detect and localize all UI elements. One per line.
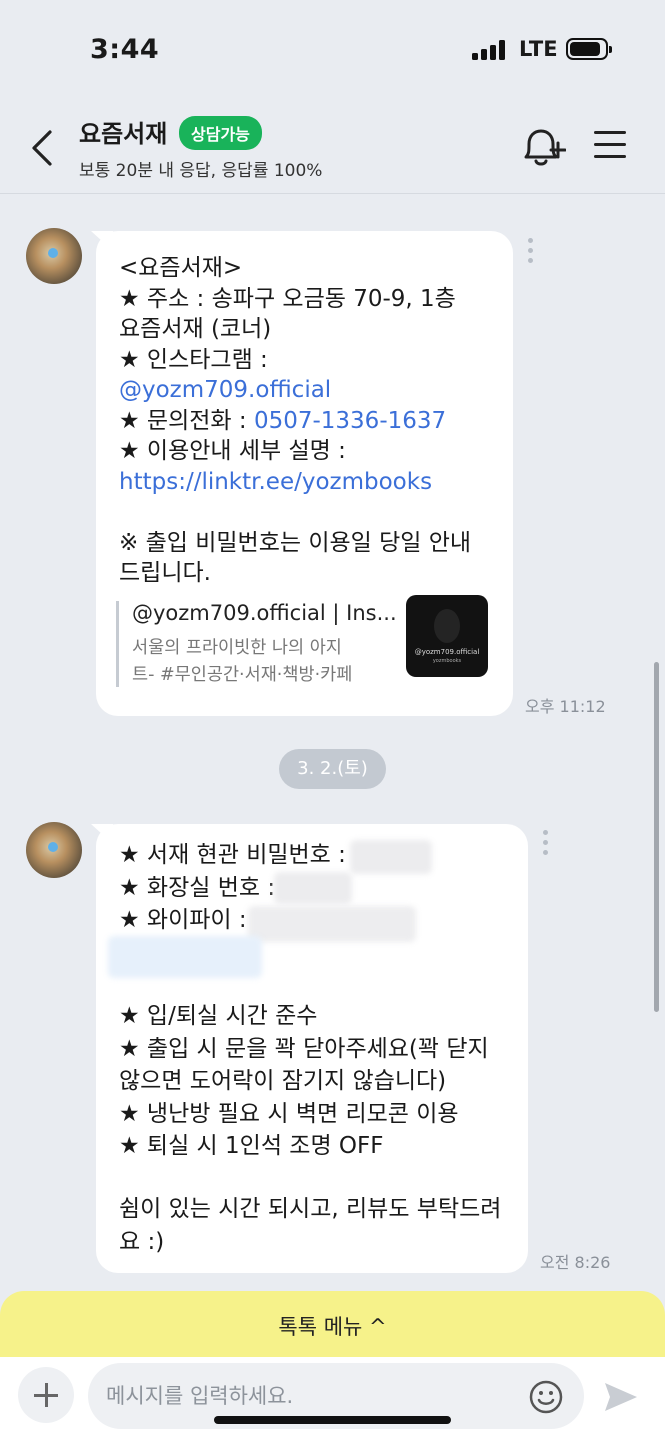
preview-desc-line: 트- #무인공간·서재·책방·카페: [132, 665, 353, 685]
notification-button[interactable]: [520, 127, 567, 169]
plus-icon[interactable]: [18, 1367, 74, 1423]
avatar[interactable]: [26, 822, 82, 878]
message-line: 드립니다.: [119, 560, 211, 586]
send-icon: [605, 1383, 637, 1411]
chat-title: 요즘서재: [79, 120, 168, 148]
preview-desc-line: 서울의 프라이빗한 나의 아지: [132, 638, 342, 658]
emoji-icon: [529, 1380, 563, 1414]
message-line: ★ 화장실 번호 :: [119, 874, 276, 901]
kebab-icon: [543, 830, 548, 835]
status-time: 3:44: [90, 34, 160, 65]
preview-bar: [116, 601, 119, 687]
battery-icon: [566, 38, 612, 60]
redacted-password: [350, 840, 432, 874]
message-bubble: ★ 서재 현관 비밀번호 : ★ 화장실 번호 : ★ 와이파이 : ★ 입/퇴…: [96, 824, 528, 1273]
home-indicator: [214, 1416, 451, 1424]
message-line: ★ 와이파이 :: [119, 907, 247, 933]
message-options-button[interactable]: [526, 238, 534, 268]
talk-menu-label: 톡톡 메뉴 ^: [278, 1315, 387, 1339]
kebab-icon: [528, 238, 533, 243]
message-time: 오전 8:26: [540, 1253, 611, 1272]
send-button[interactable]: [603, 1381, 639, 1413]
redacted-number: [274, 872, 352, 904]
date-divider: 3. 2.(토): [279, 749, 386, 789]
input-bar: [0, 1357, 665, 1440]
status-bar: 3:44 LTE: [0, 0, 665, 96]
message-line: ★ 퇴실 시 1인석 조명 OFF: [119, 1133, 384, 1159]
message-line: ★ 출입 시 문을 꽉 닫아주세요(꽉 닫지: [119, 1035, 489, 1062]
preview-title: @yozm709.official | Ins...: [132, 601, 397, 625]
back-button[interactable]: [26, 128, 60, 168]
thumb-sub: yozmbooks: [432, 658, 462, 664]
redacted-wifi: [248, 906, 416, 942]
chat-header: 요즘서재 상담가능 보통 20분 내 응답, 응답률 100%: [0, 96, 665, 194]
signal-icon: [472, 40, 508, 60]
message-line: 않으면 도어락이 잠기지 않습니다): [119, 1068, 447, 1094]
message-time: 오후 11:12: [525, 697, 606, 716]
logo-mark: [434, 609, 460, 643]
phone-link[interactable]: 0507-1336-1637: [254, 408, 446, 434]
network-type: LTE: [519, 37, 558, 61]
message-line: 요 :): [119, 1228, 165, 1255]
bell-plus-icon: [524, 129, 567, 166]
message-line: ★ 서재 현관 비밀번호 :: [119, 842, 346, 868]
preview-description: 서울의 프라이빗한 나의 아지 트- #무인공간·서재·책방·카페: [132, 635, 352, 689]
message-line: ★ 냉난방 필요 시 벽면 리모콘 이용: [119, 1100, 459, 1127]
menu-button[interactable]: [594, 131, 628, 161]
back-icon: [32, 130, 52, 166]
instagram-link[interactable]: @yozm709.official: [119, 375, 331, 406]
message-line: ★ 주소 : 송파구 오금동 70-9, 1층: [119, 285, 456, 312]
scrollbar[interactable]: [654, 662, 659, 1012]
message-line: <요즘서재>: [119, 255, 243, 281]
phone-label: ★ 문의전화 :: [119, 407, 254, 434]
message-line: 요즘서재 (코너): [119, 316, 272, 342]
message-line: 쉼이 있는 시간 되시고, 리뷰도 부탁드려: [119, 1196, 502, 1222]
avatar[interactable]: [26, 228, 82, 284]
message-line: ※ 출입 비밀번호는 이용일 당일 안내: [119, 529, 472, 556]
message-line: ★ 문의전화 : 0507-1336-1637: [119, 406, 446, 437]
preview-thumbnail: @yozm709.official yozmbooks: [406, 595, 488, 677]
message-line: ★ 이용안내 세부 설명 :: [119, 438, 346, 464]
redacted-wifi-password: [108, 936, 262, 978]
status-badge: 상담가능: [179, 116, 262, 150]
message-line: ★ 입/퇴실 시간 준수: [119, 1003, 318, 1029]
message-line: ★ 인스타그램 :: [119, 346, 268, 373]
emoji-button[interactable]: [529, 1380, 563, 1414]
thumb-handle: @yozm709.official: [414, 648, 480, 656]
linktree-link[interactable]: https://linktr.ee/yozmbooks: [119, 467, 432, 498]
response-info: 보통 20분 내 응답, 응답률 100%: [79, 161, 323, 181]
link-preview[interactable]: @yozm709.official | Ins... 서울의 프라이빗한 나의 …: [116, 595, 488, 689]
talk-menu-button[interactable]: 톡톡 메뉴 ^: [0, 1291, 665, 1357]
message-bubble: <요즘서재> ★ 주소 : 송파구 오금동 70-9, 1층 요즘서재 (코너)…: [96, 231, 513, 716]
hamburger-icon: [594, 131, 626, 134]
message-options-button[interactable]: [541, 830, 549, 860]
